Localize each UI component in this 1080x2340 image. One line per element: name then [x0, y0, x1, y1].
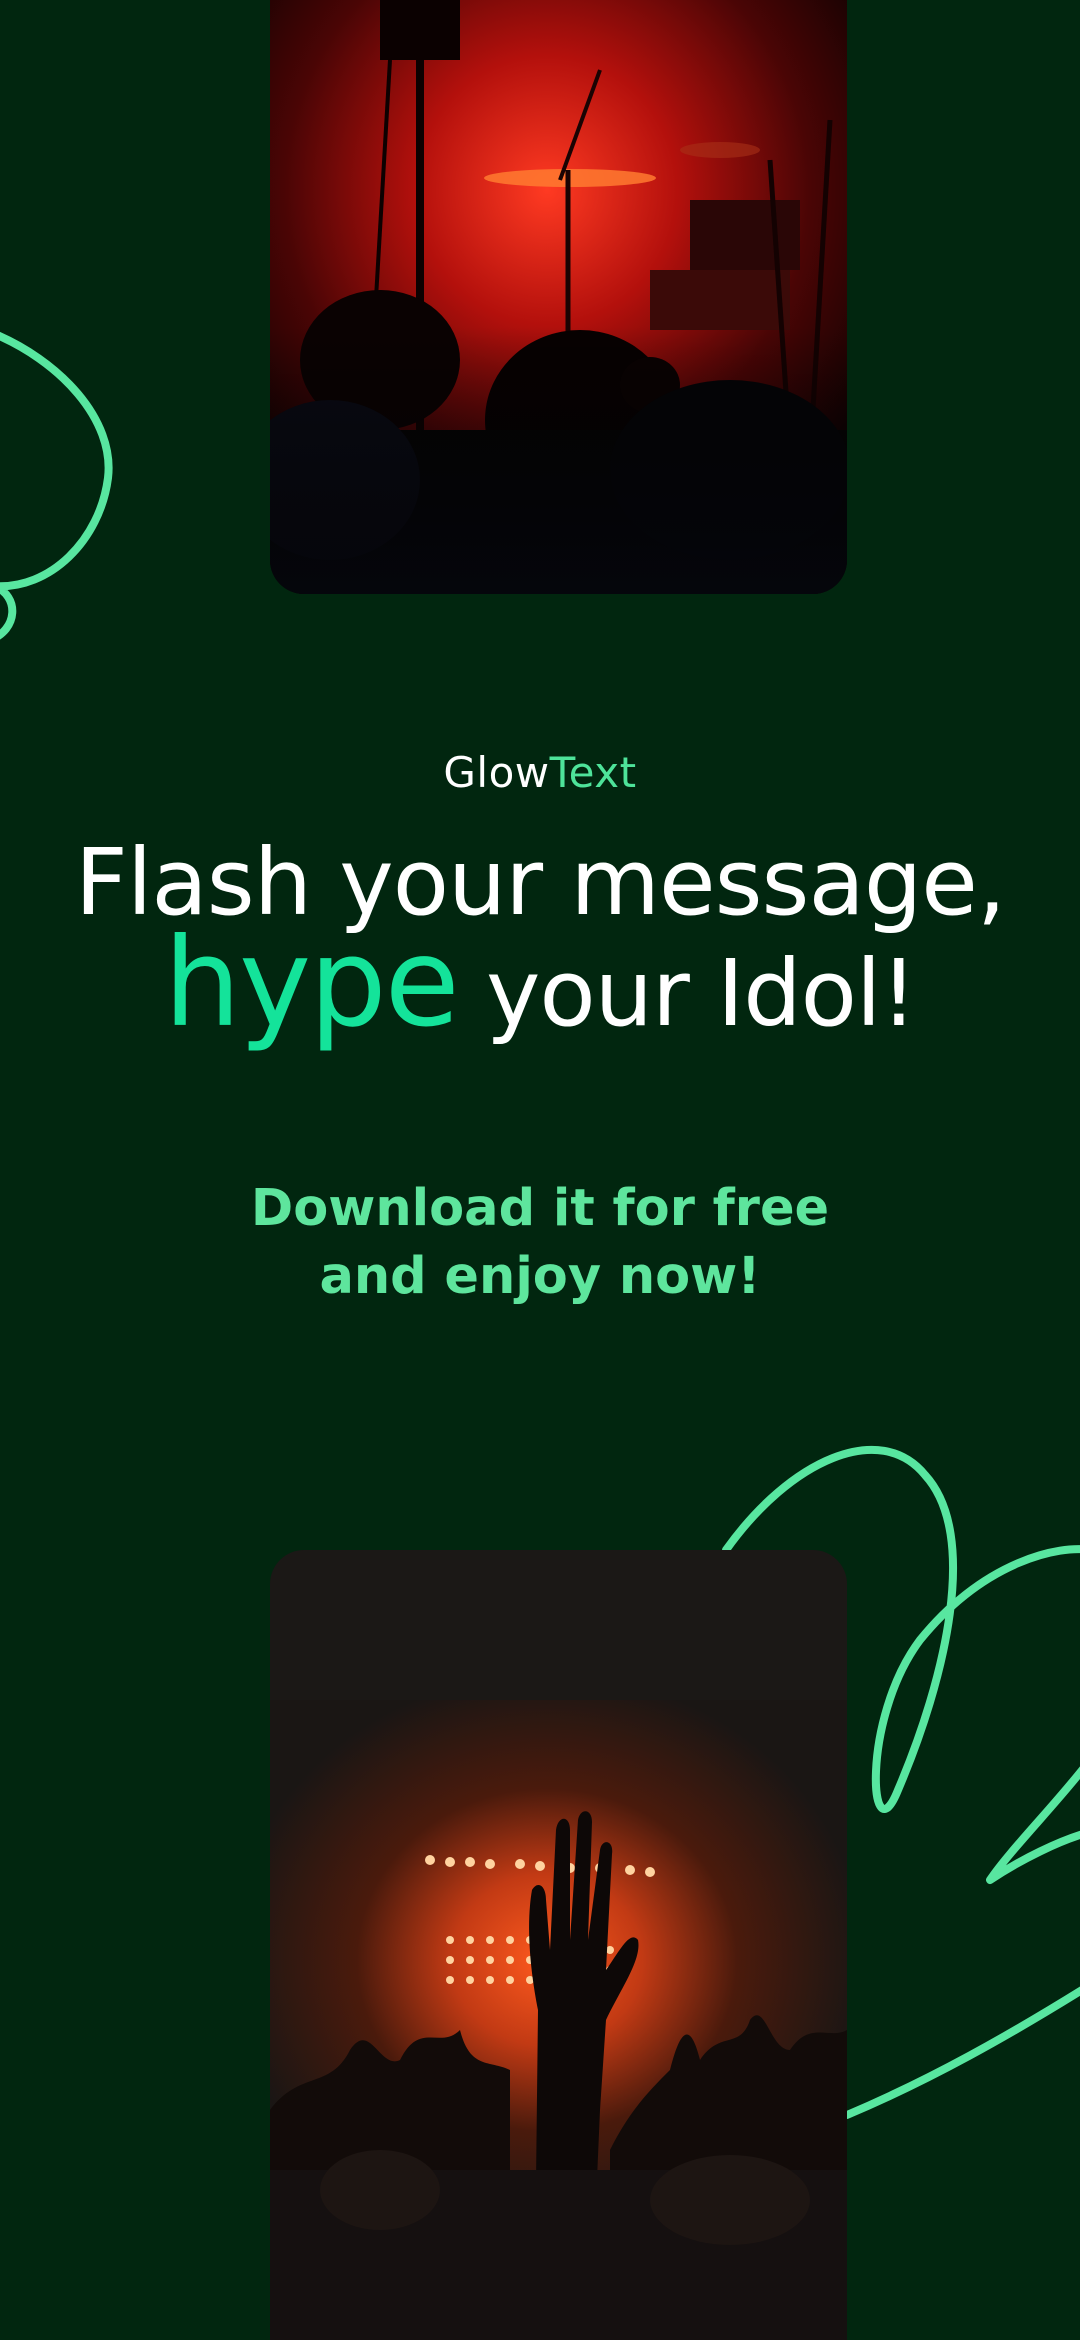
headline-line-2: hype your Idol! — [0, 922, 1080, 1079]
cta-line-2: and enjoy now! — [319, 1247, 761, 1306]
headline-line-2-rest: your Idol! — [457, 940, 917, 1047]
download-cta: Download it for free and enjoy now! — [0, 1175, 1080, 1311]
concert-crowd-photo — [270, 1550, 847, 2340]
concert-stage-photo — [270, 0, 847, 594]
brand-part-glow: Glow — [443, 748, 550, 797]
brand-part-text: Text — [549, 748, 637, 797]
cta-line-1: Download it for free — [250, 1179, 830, 1238]
app-logo-text: GlowText — [0, 748, 1080, 797]
squiggle-left — [0, 331, 113, 640]
headline-highlight: hype — [163, 912, 460, 1054]
promo-screen: GlowText Flash your message, hype your I… — [0, 0, 1080, 2340]
headline-line-1: Flash your message, — [74, 829, 1006, 936]
headline: Flash your message, hype your Idol! — [0, 830, 1080, 1079]
